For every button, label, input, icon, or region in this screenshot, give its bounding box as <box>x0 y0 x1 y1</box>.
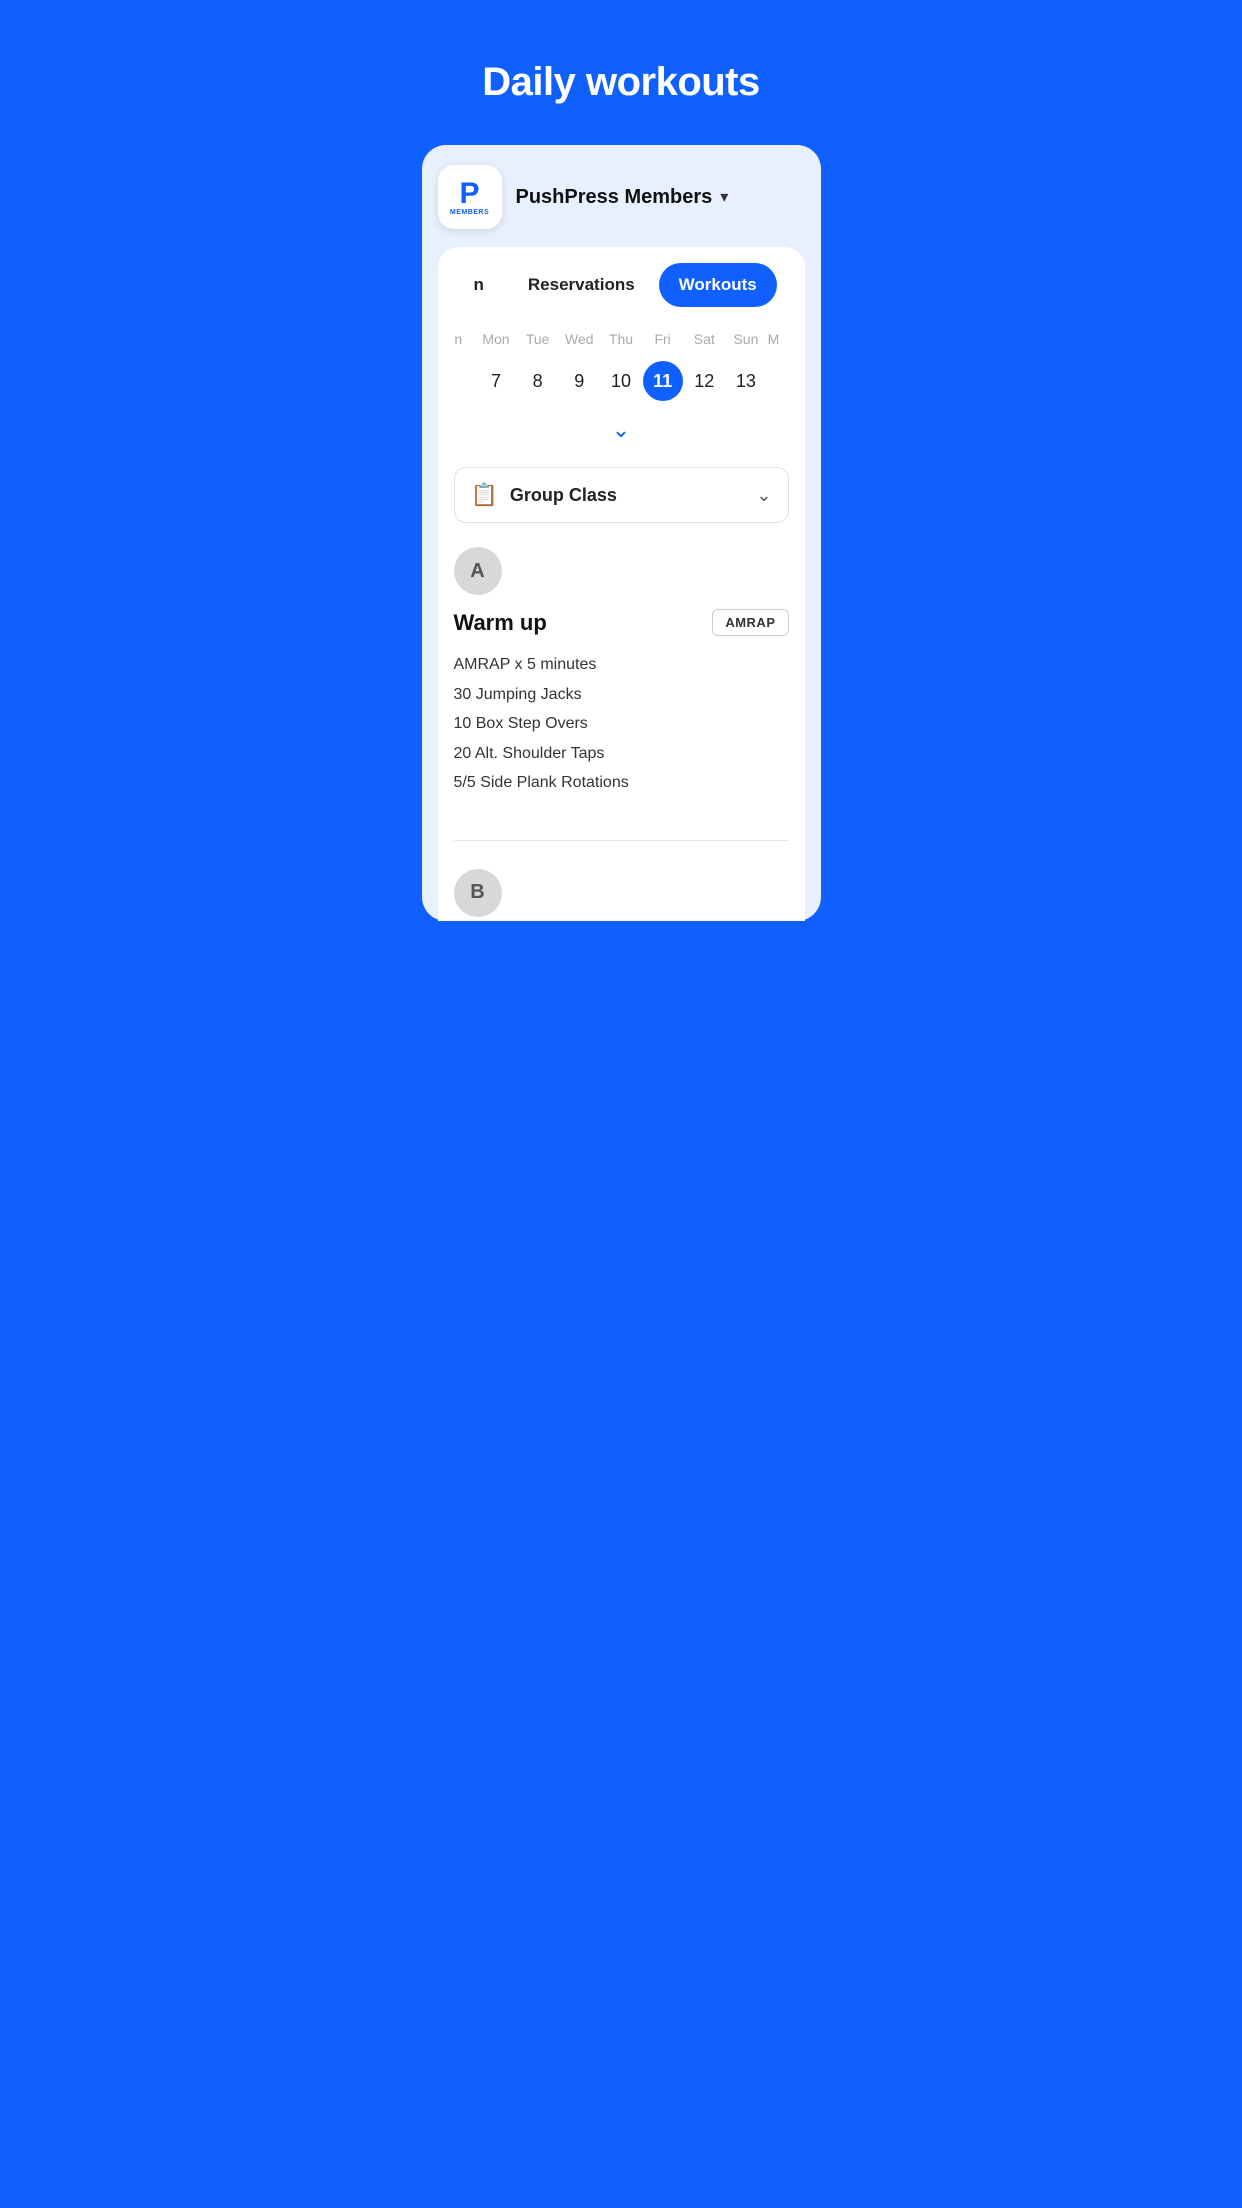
group-class-dropdown[interactable]: 📋 Group Class ⌄ <box>454 467 789 523</box>
gym-logo: P MEMBERS <box>438 165 502 229</box>
bottom-avatar-row: B <box>454 849 789 921</box>
calendar-section: n Mon Tue Wed Thu Fri Sat Sun M 7 8 9 10 <box>454 327 789 467</box>
card-outer: P MEMBERS PushPress Members ▾ n Reservat… <box>422 145 821 921</box>
detail-line-3: 10 Box Step Overs <box>454 711 789 737</box>
detail-line-1: AMRAP x 5 minutes <box>454 652 789 678</box>
date-partial-left[interactable] <box>454 361 474 401</box>
tab-reservations[interactable]: Reservations <box>508 263 655 307</box>
card-inner: n Reservations Workouts Classes Ap n Mon… <box>438 247 805 921</box>
logo-members-text: MEMBERS <box>450 209 489 216</box>
weekday-partial-right: M <box>768 331 788 347</box>
weekday-tue: Tue <box>518 331 558 347</box>
weekday-sat: Sat <box>684 331 724 347</box>
gym-name-wrapper[interactable]: PushPress Members ▾ <box>516 186 729 209</box>
tab-workouts[interactable]: Workouts <box>659 263 777 307</box>
section-avatar-b: B <box>454 869 502 917</box>
date-7[interactable]: 7 <box>476 361 516 401</box>
gym-name: PushPress Members <box>516 186 713 209</box>
section-avatar-a: A <box>454 547 502 595</box>
workout-section-a: A Warm up AMRAP AMRAP x 5 minutes 30 Jum… <box>454 547 789 832</box>
weekday-partial-left: n <box>454 331 474 347</box>
tab-classes[interactable]: Classes <box>781 263 789 307</box>
date-8[interactable]: 8 <box>518 361 558 401</box>
group-class-left: 📋 Group Class <box>471 482 617 508</box>
detail-line-4: 20 Alt. Shoulder Taps <box>454 741 789 767</box>
detail-line-5: 5/5 Side Plank Rotations <box>454 770 789 796</box>
weekday-sun: Sun <box>726 331 766 347</box>
clipboard-icon: 📋 <box>471 482 498 508</box>
tabs-bar: n Reservations Workouts Classes Ap <box>454 263 789 327</box>
date-9[interactable]: 9 <box>559 361 599 401</box>
weekday-thu: Thu <box>601 331 641 347</box>
weekday-wed: Wed <box>559 331 599 347</box>
tab-partial-left[interactable]: n <box>454 263 504 307</box>
workout-details: AMRAP x 5 minutes 30 Jumping Jacks 10 Bo… <box>454 652 789 812</box>
group-class-chevron-icon: ⌄ <box>756 485 771 506</box>
detail-line-2: 30 Jumping Jacks <box>454 682 789 708</box>
group-class-label: Group Class <box>510 485 617 506</box>
workout-title: Warm up <box>454 610 547 636</box>
gym-header: P MEMBERS PushPress Members ▾ <box>438 165 805 247</box>
logo-p-letter: P <box>459 179 479 209</box>
weekday-mon: Mon <box>476 331 516 347</box>
gym-chevron-icon: ▾ <box>720 187 728 207</box>
page-wrapper: Daily workouts P MEMBERS PushPress Membe… <box>411 0 831 921</box>
date-13[interactable]: 13 <box>726 361 766 401</box>
page-title: Daily workouts <box>462 0 780 145</box>
weekday-fri: Fri <box>643 331 683 347</box>
date-partial-right[interactable] <box>768 361 788 401</box>
date-11-today[interactable]: 11 <box>643 361 683 401</box>
weekdays-row: n Mon Tue Wed Thu Fri Sat Sun M <box>454 327 789 357</box>
date-12[interactable]: 12 <box>684 361 724 401</box>
workout-header: Warm up AMRAP <box>454 609 789 636</box>
calendar-chevron-icon: ⌄ <box>612 417 630 443</box>
dates-row: 7 8 9 10 11 12 13 <box>454 357 789 411</box>
section-divider <box>454 840 789 841</box>
calendar-expand-button[interactable]: ⌄ <box>454 411 789 459</box>
workout-badge-amrap: AMRAP <box>712 609 788 636</box>
date-10[interactable]: 10 <box>601 361 641 401</box>
